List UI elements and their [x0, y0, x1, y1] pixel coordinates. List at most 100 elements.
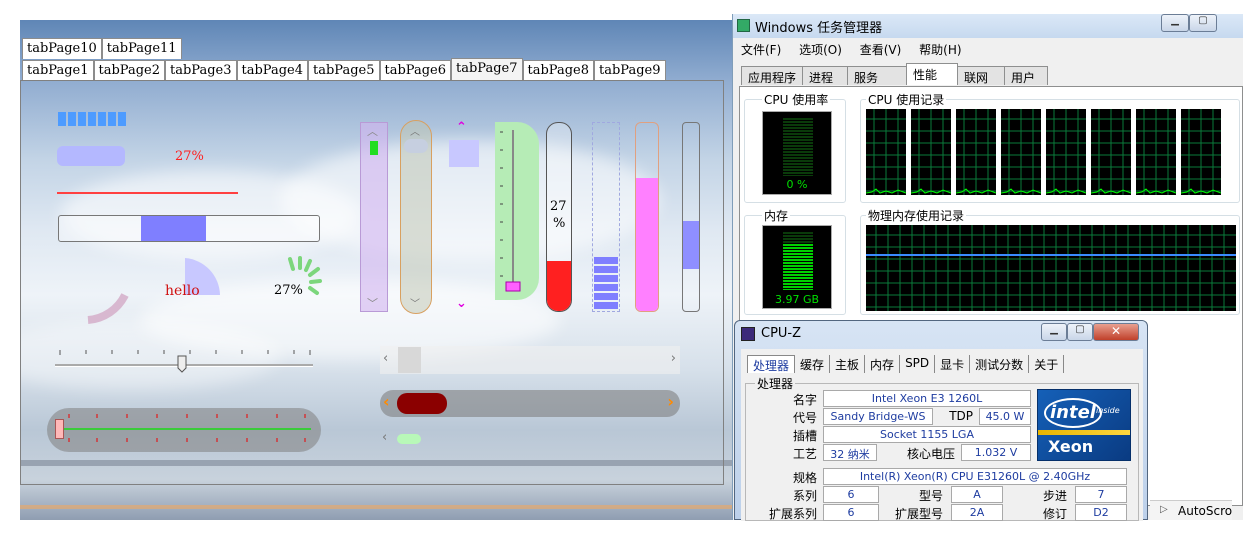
xeon-product: Xeon — [1048, 437, 1094, 456]
cpuz-tabs: 处理器 缓存 主板 内存 SPD 显卡 测试分数 关于 — [747, 355, 1065, 373]
marquee-progress — [58, 215, 320, 242]
vertical-scrollbar-capsule[interactable]: ︿ ﹀ — [400, 120, 432, 314]
hscroll-left-icon[interactable]: ‹ — [383, 351, 388, 366]
cpu-core-graph — [1091, 109, 1131, 195]
hscroll3-left-icon[interactable]: ‹ — [382, 430, 387, 445]
extfamily-value: 6 — [823, 504, 879, 521]
intel-xeon-logo: intel inside Xeon — [1037, 389, 1131, 461]
cpuz-tab-processor[interactable]: 处理器 — [747, 355, 796, 373]
task-manager-menubar: 文件(F) 选项(O) 查看(V) 帮助(H) — [733, 38, 1243, 60]
cpuz-tab-mainboard[interactable]: 主板 — [830, 355, 866, 373]
tab-page10[interactable]: tabPage10 — [22, 38, 102, 59]
hscroll2-thumb[interactable] — [397, 393, 447, 414]
autoscroll-label: AutoScro — [1178, 504, 1233, 518]
cpuz-tab-memory[interactable]: 内存 — [865, 355, 901, 373]
hscroll2-right-icon[interactable]: › — [667, 392, 674, 411]
cpuz-close-button[interactable]: ✕ — [1093, 323, 1139, 341]
capsule-down-icon[interactable]: ﹀ — [410, 295, 420, 310]
cpuz-tab-bench[interactable]: 测试分数 — [970, 355, 1030, 373]
tab-page8[interactable]: tabPage8 — [522, 60, 594, 81]
tab-page6[interactable]: tabPage6 — [379, 60, 451, 81]
tab-page11[interactable]: tabPage11 — [101, 38, 182, 59]
segmented-vertical-progress — [592, 122, 620, 312]
capsule-up-icon[interactable]: ︿ — [410, 123, 420, 138]
slider-thumb — [177, 355, 187, 373]
progress-percent-label: 27% — [175, 149, 204, 164]
hscroll-thumb[interactable] — [398, 347, 421, 373]
spec-value: Intel(R) Xeon(R) CPU E31260L @ 2.40GHz — [823, 468, 1127, 485]
task-manager-tabs: 应用程序 进程 服务 性能 联网 用户 — [741, 63, 1049, 85]
red-line-progress — [57, 192, 238, 194]
thermometer-label-bottom: % — [553, 216, 566, 231]
cpuz-group-label: 处理器 — [755, 375, 796, 392]
magenta-vertical-progress — [635, 122, 659, 312]
slim-vertical-scrollbar[interactable] — [682, 122, 700, 312]
menu-options[interactable]: 选项(O) — [791, 38, 848, 58]
tab-page9[interactable]: tabPage9 — [594, 60, 666, 81]
horizontal-scrollbar-dark[interactable]: ‹ › — [380, 390, 680, 417]
cpu-core-graph — [1136, 109, 1176, 195]
menu-view[interactable]: 查看(V) — [852, 38, 908, 58]
cpuz-tab-graphics[interactable]: 显卡 — [935, 355, 971, 373]
slider-ticks — [59, 350, 311, 373]
tab-users[interactable]: 用户 — [1004, 66, 1049, 85]
tab-page4[interactable]: tabPage4 — [236, 60, 308, 81]
magenta-up-icon[interactable]: ⌃ — [456, 120, 467, 135]
cpuz-maximize-button[interactable]: ▢ — [1067, 323, 1093, 341]
tab-page1[interactable]: tabPage1 — [22, 60, 94, 81]
autoscroll-item[interactable]: ▷ AutoScro — [1150, 500, 1232, 520]
capsule-thumb[interactable] — [404, 139, 428, 153]
cpu-core-graph — [1181, 109, 1221, 195]
hscroll-right-icon[interactable]: › — [671, 351, 676, 366]
tab-page7[interactable]: tabPage7 — [451, 58, 523, 80]
magenta-down-icon[interactable]: ⌄ — [456, 296, 467, 311]
cpu-core-graph — [1001, 109, 1041, 195]
tab-performance[interactable]: 性能 — [906, 63, 959, 85]
family-label: 系列 — [792, 489, 817, 503]
menu-help[interactable]: 帮助(H) — [911, 38, 967, 58]
cpu-usage-value: 0 % — [786, 178, 808, 191]
task-manager-title: Windows 任务管理器 ▁ ▢ — [733, 14, 1243, 38]
screen: tabPage10 tabPage11 tabPage1 tabPage2 ta… — [0, 0, 1250, 540]
cpuz-minimize-button[interactable]: ▁ — [1041, 323, 1067, 341]
minimize-button[interactable]: ▁ — [1161, 14, 1189, 32]
vertical-scrollbar-purple[interactable]: ︿ ﹀ — [360, 122, 388, 312]
memory-history-label: 物理内存使用记录 — [866, 207, 967, 224]
cpu-core-graph — [1046, 109, 1086, 195]
intel-inside: inside — [1096, 406, 1120, 415]
cpu-usage-label: CPU 使用率 — [762, 91, 831, 108]
magenta-scroll-thumb[interactable] — [449, 140, 479, 167]
tab-networking[interactable]: 联网 — [957, 66, 1006, 85]
cpuz-tab-spd[interactable]: SPD — [900, 355, 936, 373]
scroll-thumb[interactable] — [370, 141, 378, 155]
tab-row-top: tabPage10 tabPage11 — [22, 38, 182, 59]
socket-label: 插槽 — [792, 429, 817, 443]
cpuz-icon — [741, 327, 755, 341]
hscroll2-left-icon[interactable]: ‹ — [383, 392, 390, 411]
memory-label: 内存 — [762, 207, 791, 224]
tab-page5[interactable]: tabPage5 — [308, 60, 380, 81]
scroll-down-icon[interactable]: ﹀ — [367, 295, 378, 311]
revision-label: 修订 — [1042, 507, 1067, 521]
cpuz-body: 处理器 缓存 主板 内存 SPD 显卡 测试分数 关于 处理器 名字 Intel… — [741, 349, 1143, 521]
maximize-button[interactable]: ▢ — [1189, 14, 1217, 32]
extfamily-label: 扩展系列 — [768, 507, 817, 521]
tab-page3[interactable]: tabPage3 — [165, 60, 237, 81]
tab-applications[interactable]: 应用程序 — [741, 66, 804, 85]
rounded-slider[interactable] — [47, 408, 321, 452]
horizontal-scrollbar-light[interactable]: ‹ › — [380, 346, 680, 374]
spinner-label: 27% — [274, 283, 303, 298]
cpuz-tab-cache[interactable]: 缓存 — [795, 355, 831, 373]
tab-processes[interactable]: 进程 — [802, 66, 849, 85]
codename-value: Sandy Bridge-WS — [823, 408, 933, 425]
tab-page2[interactable]: tabPage2 — [93, 60, 165, 81]
menu-file[interactable]: 文件(F) — [733, 38, 787, 58]
cpuz-tab-about[interactable]: 关于 — [1029, 355, 1065, 373]
hscroll3-thumb[interactable] — [397, 434, 421, 444]
tab-services[interactable]: 服务 — [847, 66, 908, 85]
tech-label: 工艺 — [792, 447, 817, 461]
expand-arrow-icon: ▷ — [1160, 504, 1168, 515]
scroll-up-icon[interactable]: ︿ — [367, 123, 378, 139]
intel-brand: intel — [1050, 402, 1096, 423]
task-manager-title-text: Windows 任务管理器 — [755, 21, 883, 36]
